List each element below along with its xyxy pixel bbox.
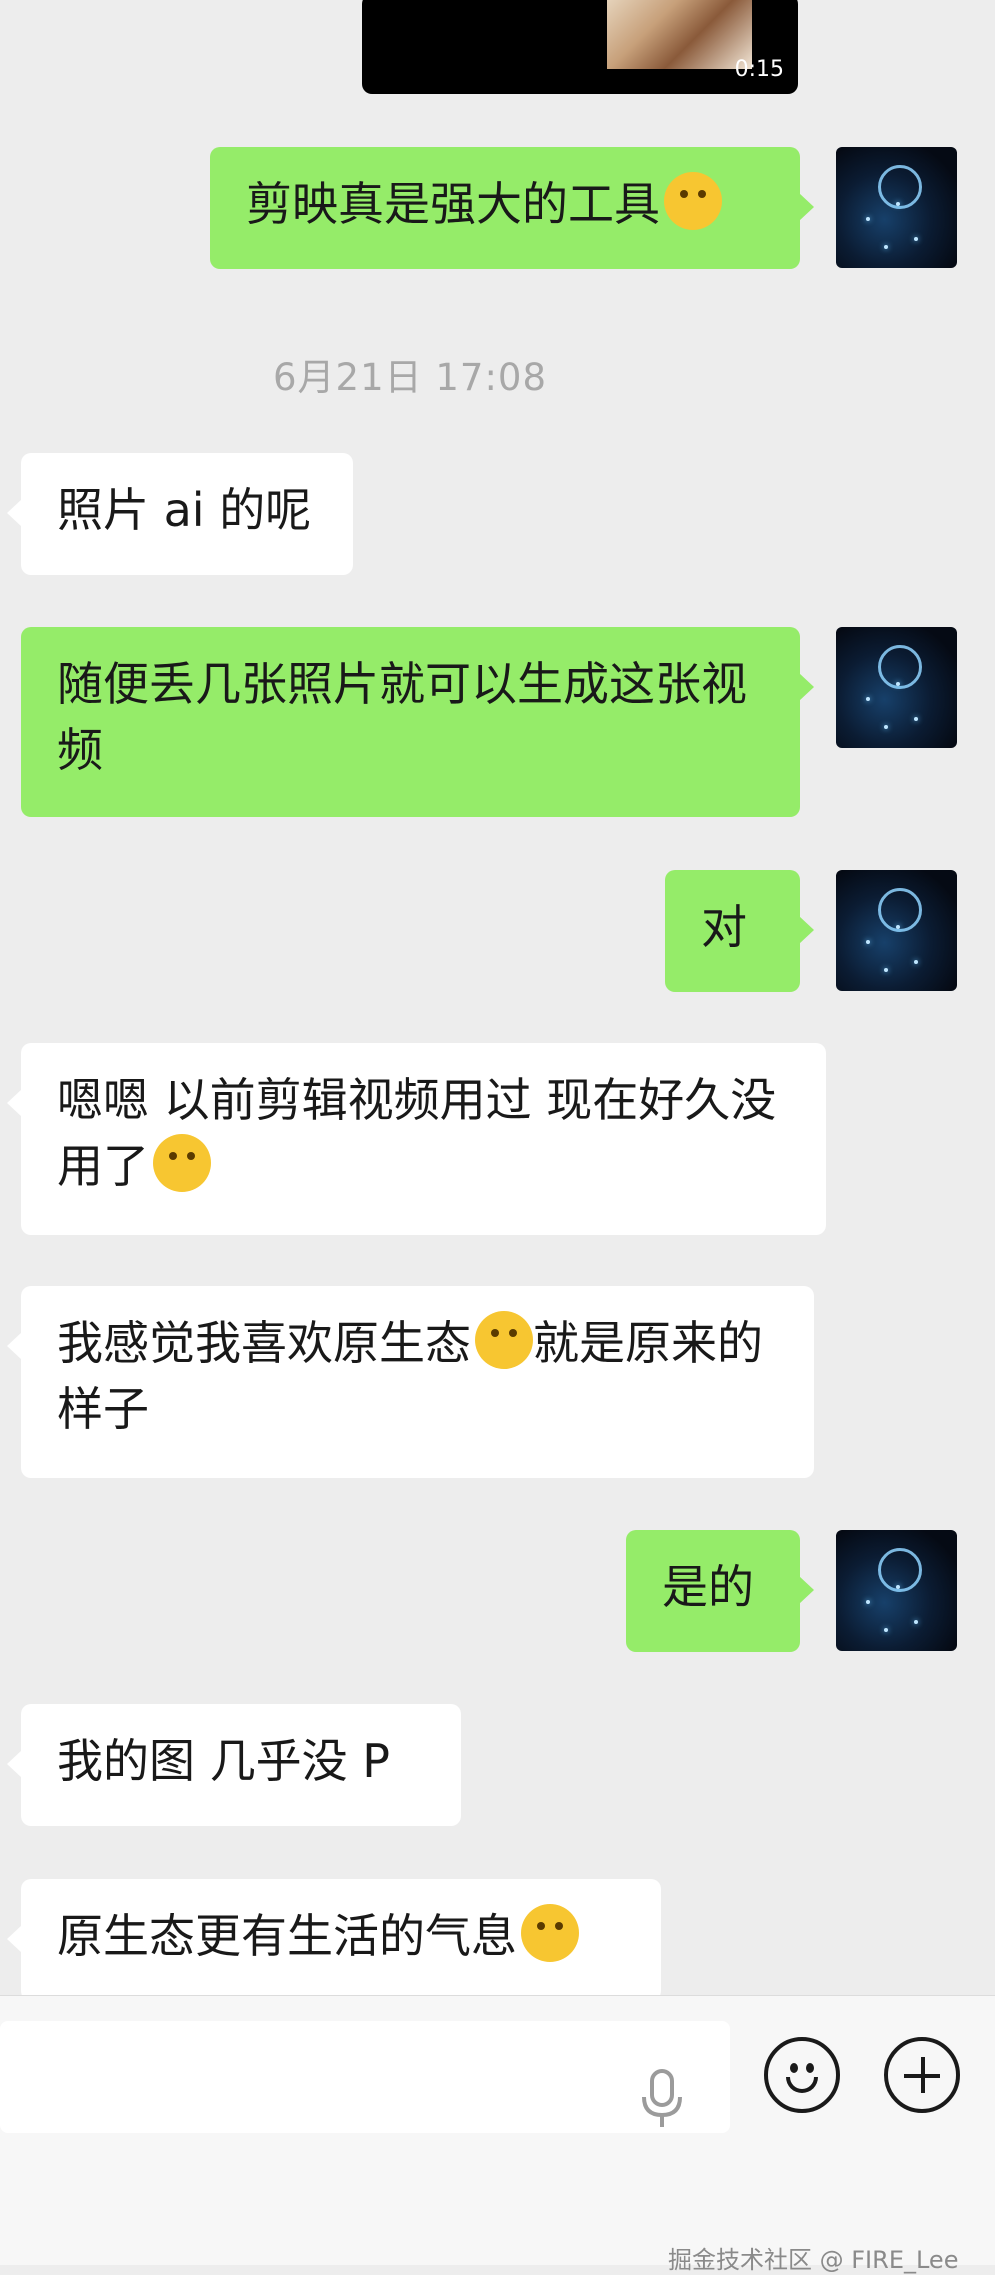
my-avatar[interactable] (836, 870, 957, 991)
message-bubble-outgoing[interactable]: 是的 (626, 1530, 814, 1652)
video-message[interactable]: 0:15 (362, 0, 798, 94)
message-bubble-outgoing[interactable]: 剪映真是强大的工具 (210, 147, 814, 269)
my-avatar[interactable] (836, 627, 957, 748)
message-text: 是的 (662, 1560, 754, 1614)
message-bubble-incoming[interactable]: 我的图 几乎没 P (7, 1704, 461, 1826)
message-bubble-incoming[interactable]: 嗯嗯 以前剪辑视频用过 现在好久没用了 (7, 1043, 826, 1235)
message-bubble-incoming[interactable]: 原生态更有生活的气息 (7, 1879, 661, 1995)
message-text: 剪映真是强大的工具 (246, 177, 660, 231)
emoji-icon[interactable] (764, 2037, 840, 2113)
message-input[interactable] (0, 2021, 730, 2133)
message-bubble-incoming[interactable]: 我感觉我喜欢原生态 就是原来的样子 (7, 1286, 814, 1478)
my-avatar[interactable] (836, 1530, 957, 1651)
input-bar (0, 1995, 995, 2265)
message-text: 随便丢几张照片就可以生成这张视频 (57, 657, 747, 777)
video-preview (607, 0, 752, 69)
microphone-icon[interactable] (640, 2069, 684, 2129)
winking-tongue-emoji-icon (521, 1904, 579, 1962)
message-text: 原生态更有生活的气息 (57, 1909, 517, 1963)
my-avatar[interactable] (836, 147, 957, 268)
grinning-emoji-icon (475, 1311, 533, 1369)
chat-area[interactable]: 0:15 剪映真是强大的工具 6月21日 17:08 照片 ai 的呢 随便丢几… (0, 0, 995, 1995)
video-duration: 0:15 (734, 57, 784, 82)
hand-over-mouth-emoji-icon (153, 1134, 211, 1192)
message-bubble-incoming[interactable]: 照片 ai 的呢 (7, 453, 353, 575)
watermark: 掘金技术社区 @ FIRE_Lee (668, 2246, 959, 2274)
message-text: 对 (701, 900, 747, 954)
message-bubble-outgoing[interactable]: 随便丢几张照片就可以生成这张视频 (21, 627, 814, 817)
message-text: 照片 ai 的呢 (57, 483, 312, 537)
timestamp-label: 6月21日 17:08 (272, 356, 547, 399)
message-text: 我的图 几乎没 P (57, 1734, 390, 1788)
message-text: 我感觉我喜欢原生态 (57, 1316, 471, 1370)
plus-icon[interactable] (884, 2037, 960, 2113)
tears-of-joy-emoji-icon (664, 172, 722, 230)
message-bubble-outgoing[interactable]: 对 (665, 870, 814, 992)
